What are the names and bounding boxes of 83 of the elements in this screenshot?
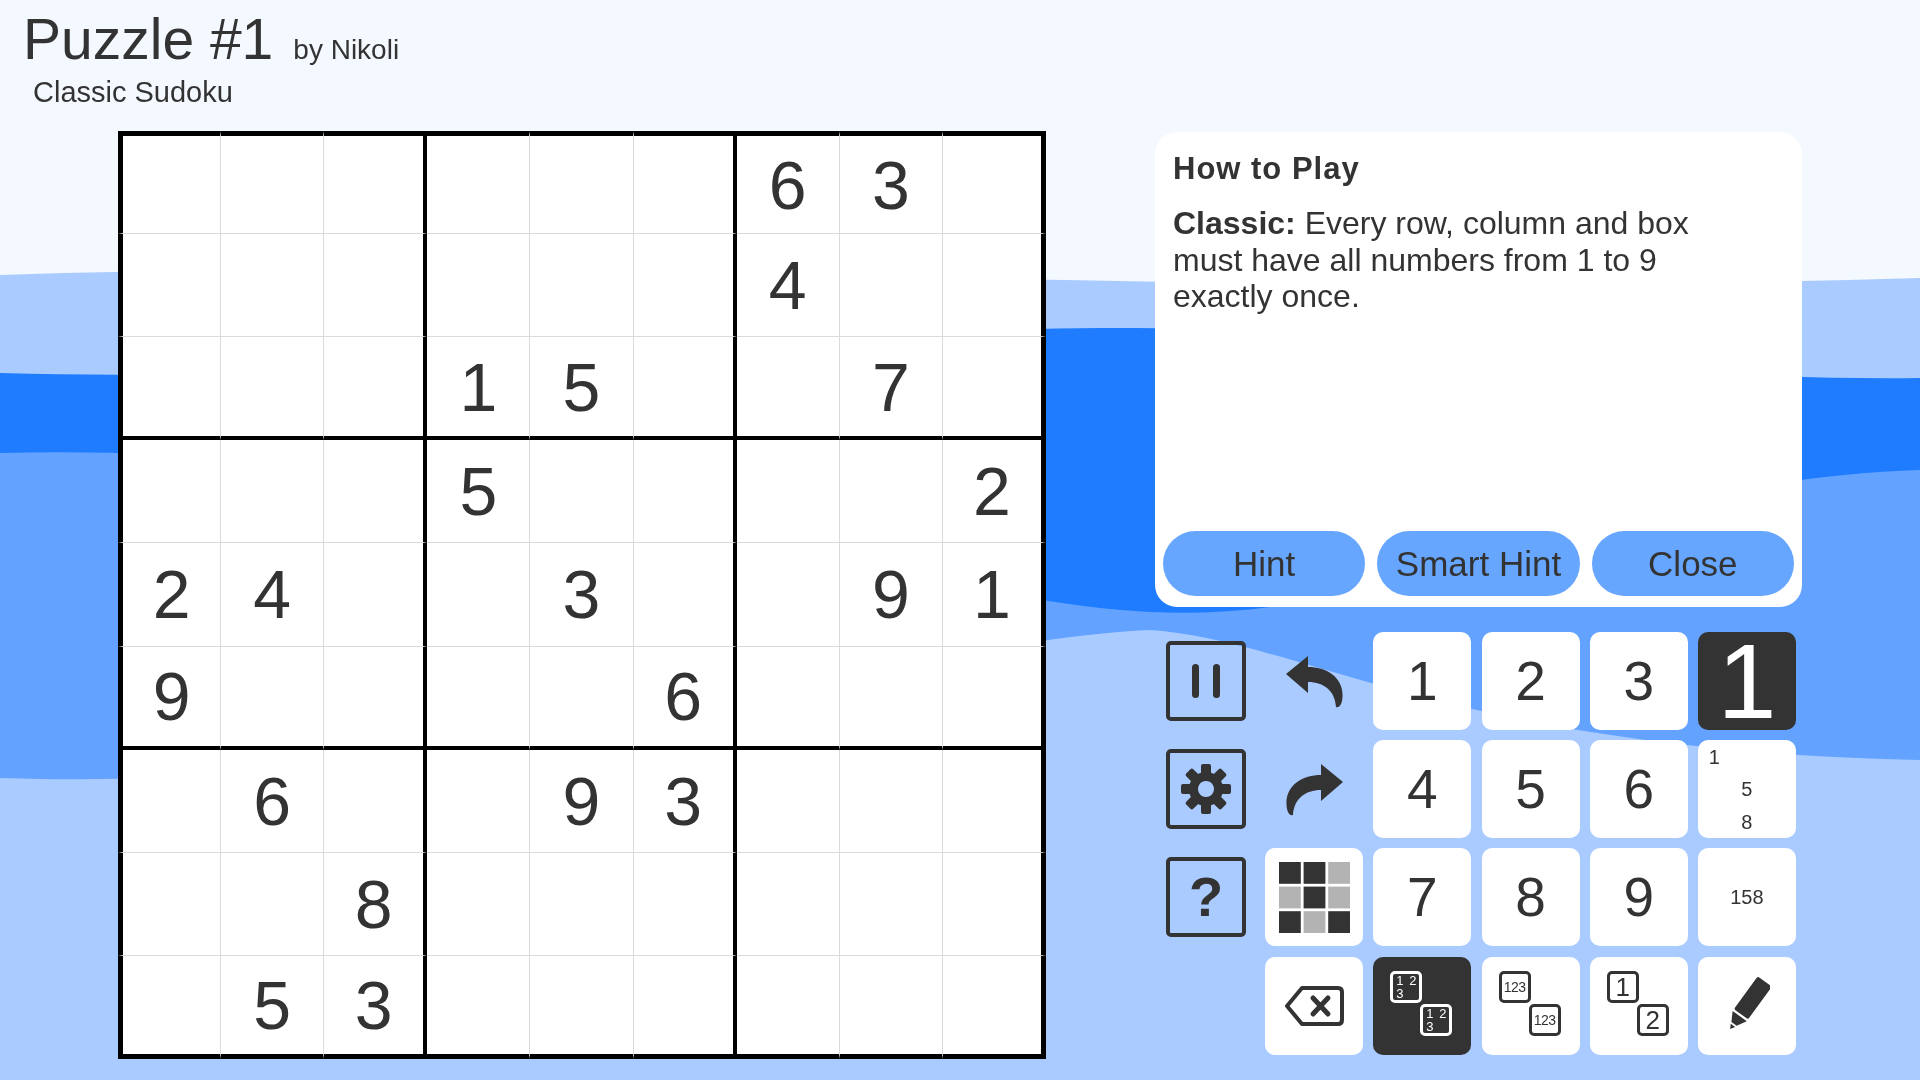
number-key[interactable]: 7 (1373, 848, 1472, 947)
sudoku-cell[interactable]: 6 (633, 646, 737, 750)
sudoku-cell[interactable] (633, 131, 737, 235)
sudoku-cell[interactable]: 2 (118, 543, 222, 647)
sudoku-cell[interactable]: 5 (427, 440, 531, 544)
sudoku-cell[interactable]: 3 (324, 955, 428, 1059)
sudoku-cell[interactable] (324, 440, 428, 544)
sudoku-cell[interactable] (633, 852, 737, 956)
smart-hint-button[interactable]: Smart Hint (1377, 531, 1580, 596)
sudoku-cell[interactable] (942, 852, 1046, 956)
sudoku-cell[interactable] (324, 646, 428, 750)
sudoku-cell[interactable]: 1 (427, 337, 531, 441)
note-style-button[interactable]: 123 123 (1481, 956, 1580, 1055)
sudoku-cell[interactable] (324, 543, 428, 647)
sudoku-cell[interactable]: 4 (221, 543, 325, 647)
number-key[interactable]: 1 (1373, 632, 1472, 730)
sudoku-cell[interactable] (633, 337, 737, 441)
settings-button[interactable] (1166, 749, 1246, 830)
sudoku-cell[interactable] (427, 131, 531, 235)
sudoku-cell[interactable] (324, 749, 428, 853)
author-label: by Nikoli (293, 36, 400, 64)
sudoku-cell[interactable] (942, 646, 1046, 750)
sudoku-cell[interactable]: 4 (736, 234, 840, 338)
sudoku-cell[interactable]: 7 (839, 337, 943, 441)
pencil-button[interactable] (1697, 956, 1796, 1055)
sudoku-cell[interactable] (942, 234, 1046, 338)
sudoku-cell[interactable] (942, 337, 1046, 441)
sudoku-cell[interactable]: 6 (221, 749, 325, 853)
entry-mode-button[interactable]: 158 (1697, 848, 1796, 947)
sudoku-cell[interactable]: 8 (324, 852, 428, 956)
sudoku-cell[interactable]: 9 (530, 749, 634, 853)
note-style-button[interactable]: 1 2 (1589, 956, 1688, 1055)
sudoku-cell[interactable] (942, 955, 1046, 1059)
pause-icon (1192, 664, 1220, 698)
sudoku-cell[interactable] (530, 131, 634, 235)
help-button[interactable]: ? (1166, 857, 1246, 938)
sudoku-cell[interactable]: 1 (942, 543, 1046, 647)
sudoku-cell[interactable]: 6 (736, 131, 840, 235)
grid-view-button[interactable] (1265, 848, 1364, 947)
redo-arrow-icon (1285, 762, 1343, 816)
sudoku-cell[interactable] (324, 337, 428, 441)
sudoku-cell[interactable]: 2 (942, 440, 1046, 544)
sudoku-cell[interactable] (633, 543, 737, 647)
sudoku-cell[interactable] (324, 234, 428, 338)
sudoku-cell[interactable] (633, 440, 737, 544)
backspace-button[interactable] (1265, 956, 1364, 1055)
sudoku-cell[interactable]: 5 (530, 337, 634, 441)
rules-text: Classic: Every row, column and box must have all numbers from 1 to 9 exactly once. (1173, 205, 1690, 315)
number-key[interactable]: 5 (1481, 740, 1580, 839)
grid-pattern-icon (1278, 861, 1350, 933)
sudoku-cell[interactable] (221, 131, 325, 235)
sudoku-cell[interactable] (942, 749, 1046, 853)
entry-mode-button[interactable]: 1 (1697, 632, 1796, 730)
close-button[interactable]: Close (1591, 531, 1794, 596)
puzzle-title: Puzzle #1 (23, 11, 274, 68)
hint-button[interactable]: Hint (1163, 531, 1366, 596)
sudoku-cell[interactable] (324, 131, 428, 235)
number-key[interactable]: 3 (1589, 632, 1688, 730)
backspace-icon (1284, 984, 1345, 1027)
number-key[interactable]: 4 (1373, 740, 1472, 839)
sudoku-cell[interactable]: 9 (839, 543, 943, 647)
redo-button[interactable] (1285, 762, 1343, 816)
puzzle-type-label: Classic Sudoku (33, 78, 233, 107)
number-key[interactable]: 8 (1481, 848, 1580, 947)
sudoku-cell[interactable]: 3 (530, 543, 634, 647)
undo-button[interactable] (1285, 654, 1343, 708)
sudoku-cell[interactable]: 3 (839, 131, 943, 235)
sudoku-cell[interactable]: 9 (118, 646, 222, 750)
pause-button[interactable] (1166, 641, 1246, 721)
sudoku-cell[interactable] (633, 234, 737, 338)
number-key[interactable]: 9 (1589, 848, 1688, 947)
sudoku-cell[interactable]: 3 (633, 749, 737, 853)
note-style-button[interactable]: 1 2 3 1 2 3 (1373, 956, 1472, 1055)
undo-arrow-icon (1285, 654, 1343, 708)
entry-mode-button[interactable]: 1 5 8 (1697, 740, 1796, 839)
sudoku-cell[interactable] (118, 131, 222, 235)
number-key[interactable]: 2 (1481, 632, 1580, 730)
panel-title: How to Play (1173, 150, 1360, 187)
sudoku-cell[interactable]: 5 (221, 955, 325, 1059)
sudoku-cell[interactable] (633, 955, 737, 1059)
sudoku-cell[interactable] (942, 131, 1046, 235)
number-key[interactable]: 6 (1589, 740, 1688, 839)
gear-icon (1181, 764, 1231, 815)
